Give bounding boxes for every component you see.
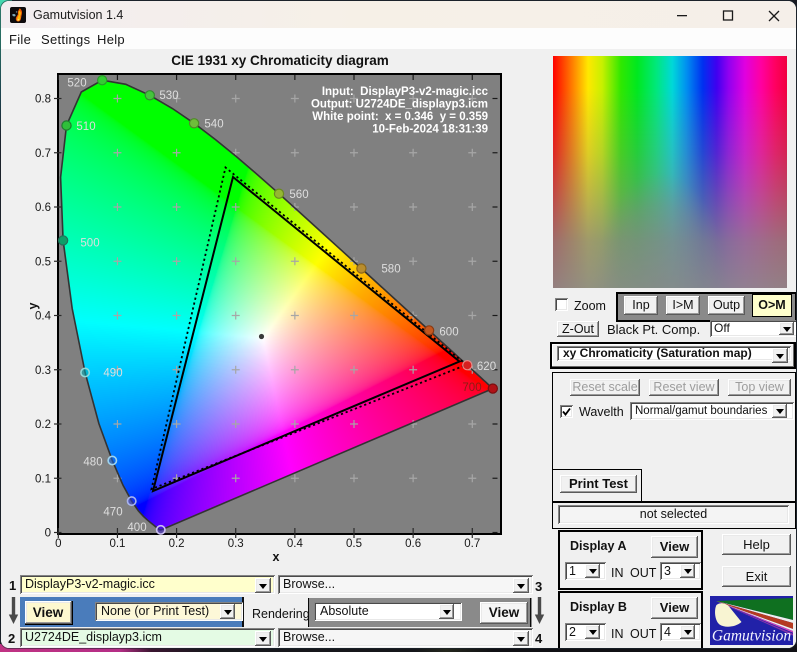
svg-text:Gamutvision: Gamutvision: [712, 628, 791, 645]
